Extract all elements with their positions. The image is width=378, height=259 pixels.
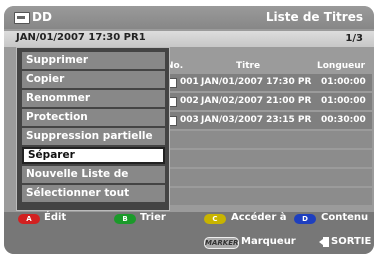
table-row[interactable]: 001 JAN/01/2007 17:30 PR 01:00:00 xyxy=(162,74,372,91)
color-button-bar: A Édit B Trier C Accéder à D Contenu xyxy=(4,212,374,226)
row-no: 002 xyxy=(180,96,199,106)
page-indicator: 1/3 xyxy=(345,33,363,44)
column-length: Longueur xyxy=(317,61,366,71)
row-no: 003 xyxy=(180,115,199,125)
empty-row xyxy=(162,169,372,186)
column-title: Titre xyxy=(236,61,261,71)
menu-item-delete[interactable]: Supprimer xyxy=(22,52,165,69)
edit-label: Édit xyxy=(44,212,67,223)
empty-row xyxy=(162,150,372,167)
row-title: JAN/01/2007 17:30 PR xyxy=(201,77,312,87)
row-length: 01:00:00 xyxy=(321,77,366,87)
row-no: 001 xyxy=(180,77,199,87)
b-button-icon[interactable]: B xyxy=(114,214,136,224)
menu-item-split[interactable]: Séparer xyxy=(22,147,165,164)
a-button-icon[interactable]: A xyxy=(18,214,40,224)
bottom-bar: MARKER Marqueur SORTIE xyxy=(4,226,374,254)
menu-item-select-all[interactable]: Sélectionner tout xyxy=(22,185,165,202)
goto-label: Accéder à xyxy=(231,212,287,223)
screen-title: Liste de Titres xyxy=(265,10,363,24)
row-title: JAN/02/2007 21:00 PR xyxy=(201,96,312,106)
top-bar: DD Liste de Titres xyxy=(4,6,374,29)
c-button-icon[interactable]: C xyxy=(204,214,226,224)
table-row[interactable]: 002 JAN/02/2007 21:00 PR 01:00:00 xyxy=(162,93,372,110)
menu-item-partial-delete[interactable]: Suppression partielle xyxy=(22,128,165,145)
row-length: 00:30:00 xyxy=(321,115,366,125)
info-bar: JAN/01/2007 17:30 PR1 1/3 xyxy=(4,31,374,47)
menu-item-protection[interactable]: Protection xyxy=(22,109,165,126)
marker-label: Marqueur xyxy=(241,236,296,247)
marker-button-icon[interactable]: MARKER xyxy=(204,237,239,249)
menu-item-rename[interactable]: Renommer xyxy=(22,90,165,107)
disc-icon xyxy=(14,12,30,24)
menu-item-new-playlist[interactable]: Nouvelle Liste de Lecture xyxy=(22,166,165,197)
title-list-screen: DD Liste de Titres JAN/01/2007 17:30 PR1… xyxy=(4,6,374,254)
sort-label: Trier xyxy=(140,212,166,223)
exit-icon[interactable] xyxy=(319,237,329,247)
table-row[interactable]: 003 JAN/03/2007 23:15 PR 00:30:00 xyxy=(162,112,372,129)
content-label: Contenu xyxy=(321,212,369,223)
source-label: DD xyxy=(32,10,52,24)
options-menu: Supprimer Copier Renommer Protection Sup… xyxy=(16,47,170,211)
menu-item-copy[interactable]: Copier xyxy=(22,71,165,88)
empty-row xyxy=(162,131,372,148)
exit-label: SORTIE xyxy=(331,236,372,247)
row-length: 01:00:00 xyxy=(321,96,366,106)
row-title: JAN/03/2007 23:15 PR xyxy=(201,115,312,125)
current-title: JAN/01/2007 17:30 PR1 xyxy=(16,32,146,43)
d-button-icon[interactable]: D xyxy=(294,214,316,224)
empty-row xyxy=(162,188,372,205)
